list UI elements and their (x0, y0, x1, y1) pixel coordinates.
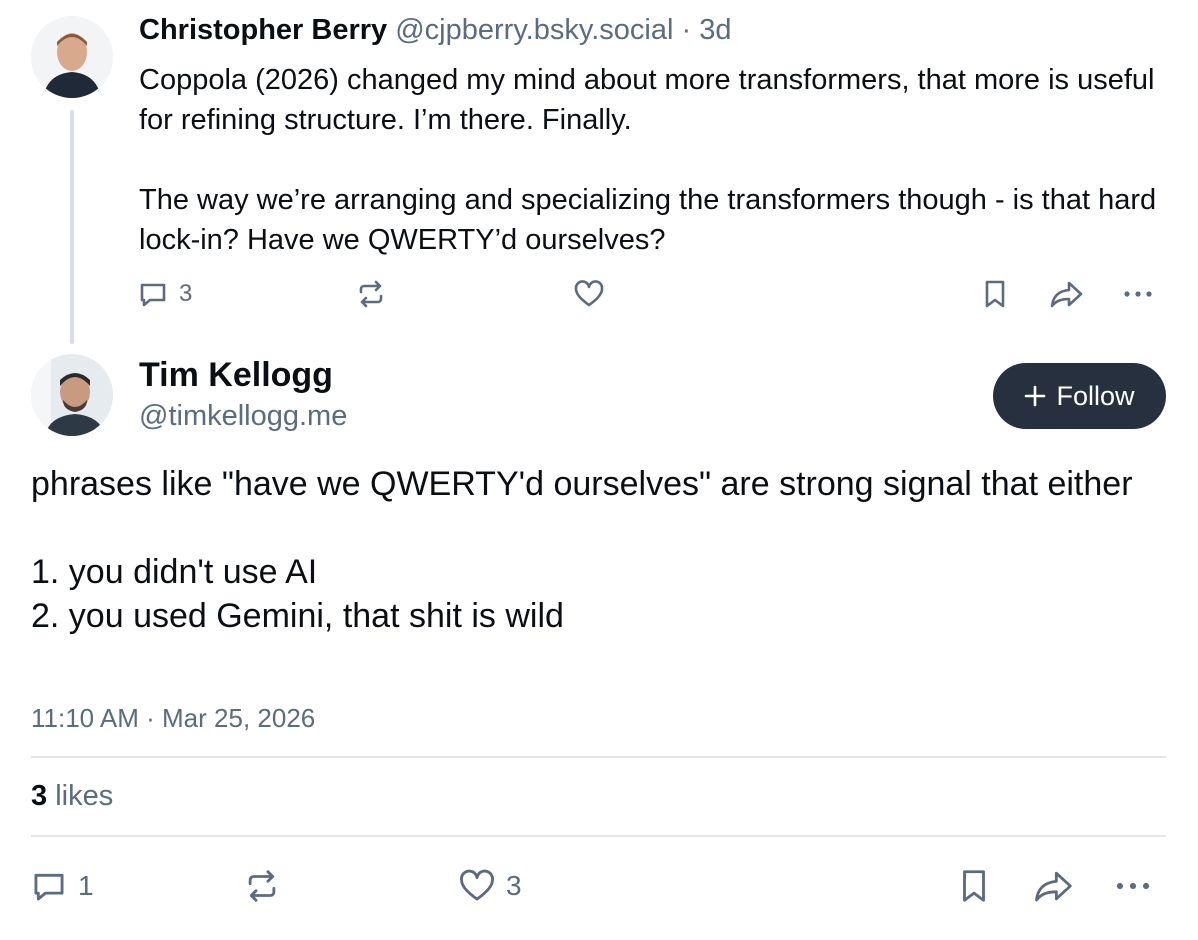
parent-reply-button[interactable]: 3 (137, 278, 192, 310)
parent-author-name[interactable]: Christopher Berry (139, 14, 387, 46)
follow-label: Follow (1056, 380, 1135, 411)
main-author-name[interactable]: Tim Kellogg (139, 356, 333, 395)
plus-icon (1025, 385, 1046, 407)
parent-paragraph: Coppola (2026) changed my mind about mor… (139, 64, 1155, 136)
parent-reply-count: 3 (179, 280, 193, 307)
main-like-button[interactable]: 3 (458, 867, 522, 905)
parent-share-button[interactable] (1049, 278, 1085, 310)
parent-post-text: Coppola (2026) changed my mind about mor… (139, 60, 1179, 260)
like-icon (460, 869, 494, 901)
more-icon (1116, 882, 1150, 890)
avatar-tim-kellogg[interactable] (31, 354, 113, 436)
share-icon (1050, 281, 1083, 308)
repost-icon (248, 870, 276, 902)
like-icon (574, 280, 604, 307)
main-text-line: 1. you didn't use AI (31, 553, 318, 591)
main-share-button[interactable] (1033, 867, 1075, 905)
likes-label: likes (55, 780, 114, 812)
divider (31, 835, 1166, 837)
avatar-christopher-berry[interactable] (31, 16, 113, 98)
more-icon (1124, 291, 1152, 297)
main-text-line: phrases like "have we QWERTY'd ourselves… (31, 465, 1133, 503)
main-author-handle[interactable]: @timkellogg.me (139, 400, 347, 433)
parent-post-age[interactable]: 3d (699, 14, 731, 46)
reply-icon (140, 283, 166, 307)
main-post-text: phrases like "have we QWERTY'd ourselves… (31, 462, 1171, 638)
repost-icon (359, 280, 383, 308)
bookmark-icon (985, 280, 1005, 308)
bookmark-icon (963, 870, 985, 902)
parent-like-button[interactable] (573, 278, 615, 310)
likes-count: 3 (31, 780, 48, 812)
divider (31, 756, 1166, 758)
main-like-count: 3 (506, 870, 522, 901)
main-more-button[interactable] (1114, 867, 1152, 905)
share-icon (1035, 871, 1072, 902)
main-reply-count: 1 (78, 870, 94, 901)
parent-post-header: Christopher Berry @cjpberry.bsky.social … (139, 14, 731, 47)
parent-more-button[interactable] (1122, 278, 1154, 310)
post-timestamp[interactable]: 11:10 AM · Mar 25, 2026 (31, 703, 315, 734)
parent-repost-button[interactable] (355, 278, 397, 310)
main-repost-button[interactable] (243, 867, 291, 905)
header-separator: · (681, 14, 692, 46)
likes-summary[interactable]: 3 likes (31, 780, 113, 813)
thread-line (70, 110, 74, 344)
reply-icon (34, 873, 64, 901)
follow-button[interactable]: Follow (993, 363, 1166, 429)
parent-paragraph: The way we’re arranging and specializing… (139, 184, 1157, 256)
parent-bookmark-button[interactable] (979, 278, 1011, 310)
main-bookmark-button[interactable] (955, 867, 993, 905)
parent-author-handle[interactable]: @cjpberry.bsky.social (395, 14, 673, 46)
main-text-line: 2. you used Gemini, that shit is wild (31, 597, 564, 635)
main-reply-button[interactable]: 1 (30, 867, 94, 905)
